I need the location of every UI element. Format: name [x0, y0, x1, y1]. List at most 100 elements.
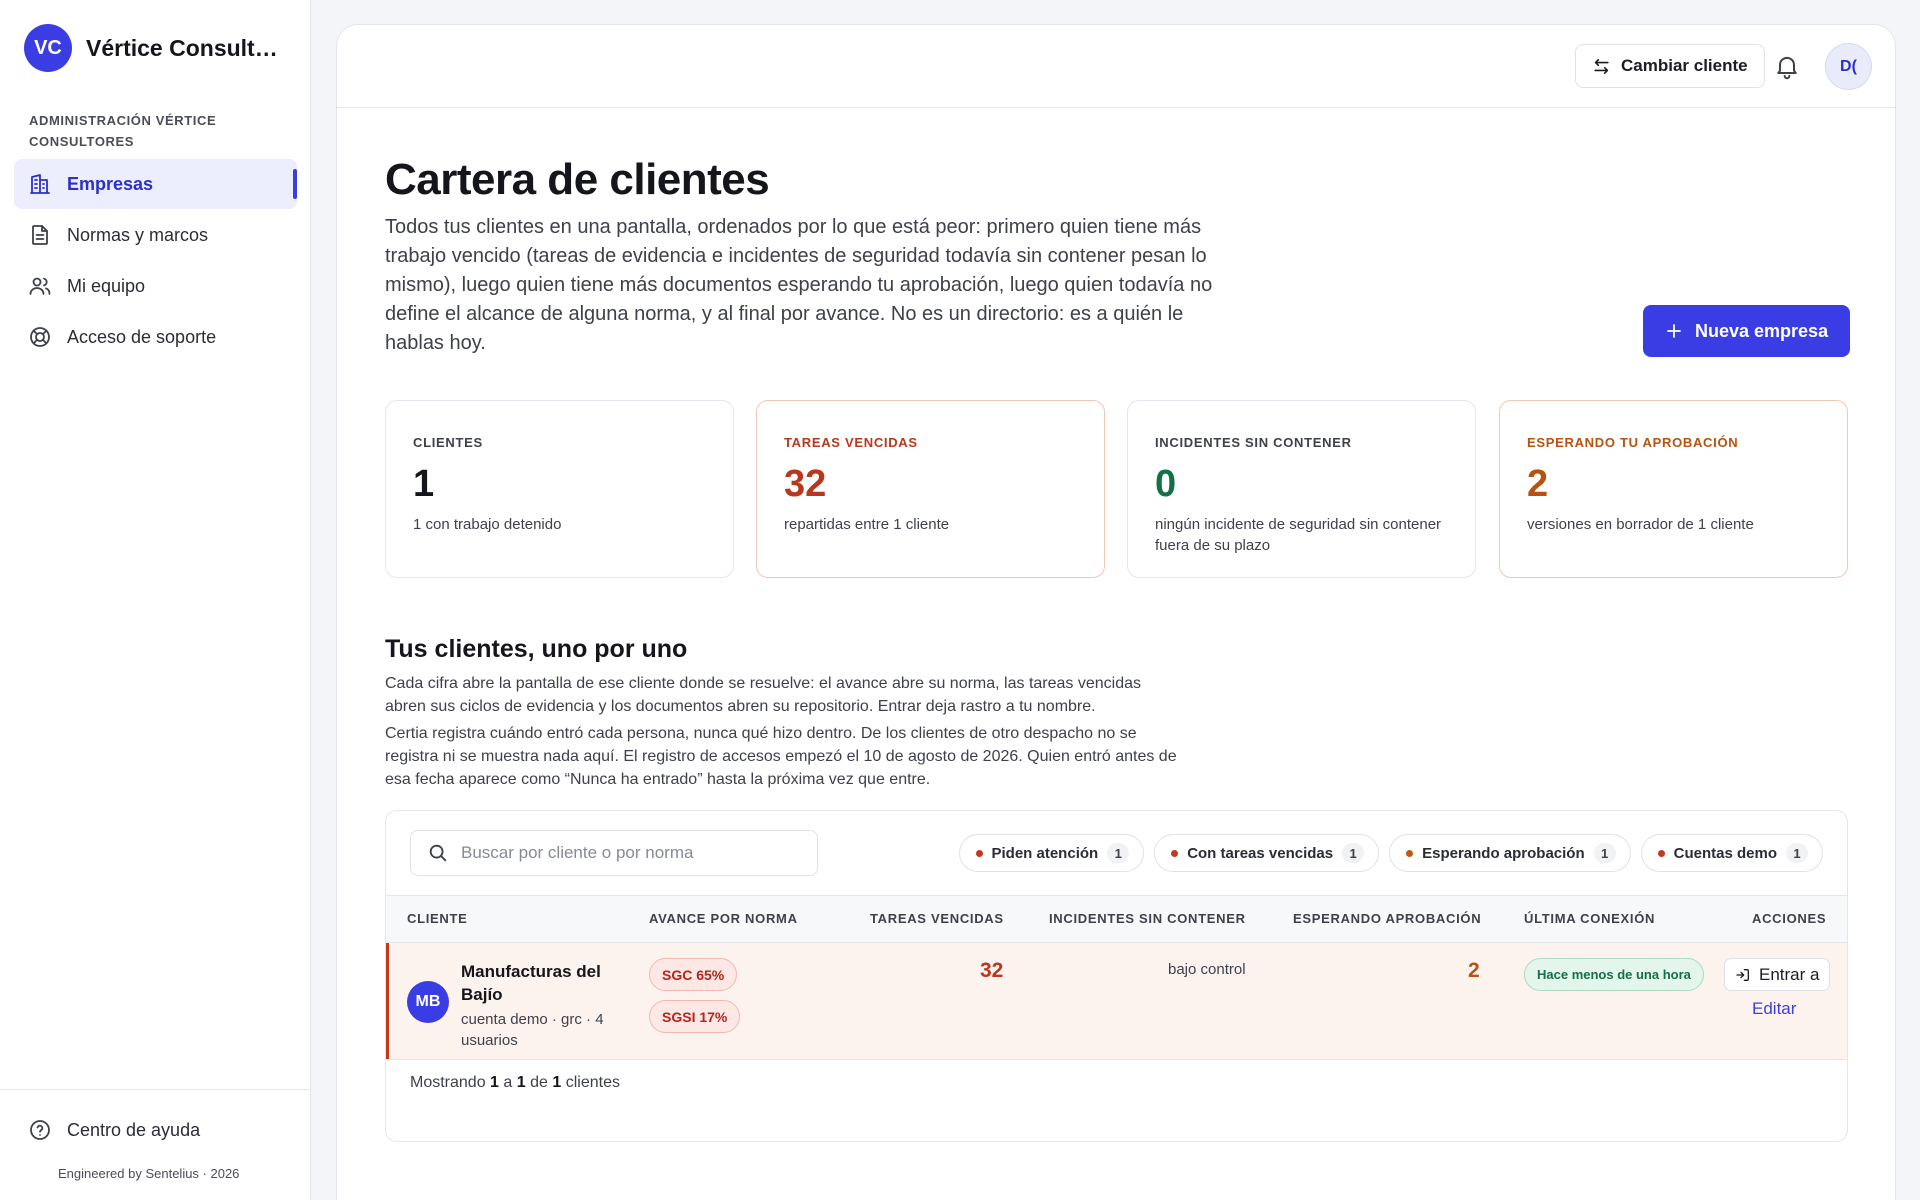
awaiting-count[interactable]: 2 [1468, 959, 1480, 983]
stat-sub: 1 con trabajo detenido [413, 516, 562, 533]
table-footer: Mostrando 1 a 1 de 1 clientes [410, 1074, 620, 1092]
search-input[interactable] [461, 843, 801, 863]
sidebar-item-empresas[interactable]: Empresas [14, 159, 297, 209]
client-avatar: MB [407, 981, 449, 1023]
brand-avatar: VC [24, 24, 72, 72]
col-actions: Acciones [1752, 911, 1827, 926]
stat-card-incidents[interactable]: Incidentes sin contener 0 ningún inciden… [1127, 400, 1476, 578]
stat-card-clients[interactable]: Clientes 1 1 con trabajo detenido [385, 400, 734, 578]
switch-client-button[interactable]: Cambiar cliente [1575, 44, 1765, 88]
norm-progress-pill[interactable]: SGC 65% [649, 958, 738, 991]
filter-count: 1 [1107, 843, 1130, 863]
filter-chip-awaiting[interactable]: Esperando aprobación 1 [1389, 834, 1631, 872]
sidebar-item-label: Normas y marcos [67, 224, 209, 245]
status-dot [975, 849, 983, 857]
filter-label: Cuentas demo [1673, 844, 1777, 862]
users-icon [29, 277, 51, 295]
col-last-login[interactable]: Última conexión [1524, 911, 1655, 926]
new-company-label: Nueva empresa [1695, 320, 1829, 341]
col-overdue[interactable]: Tareas vencidas [870, 911, 1004, 926]
credit-text: Engineered by Sentelius · 2026 [58, 1166, 240, 1181]
stat-card-overdue[interactable]: Tareas vencidas 32 repartidas entre 1 cl… [756, 400, 1105, 578]
brand-name: Vértice Consultores [86, 34, 286, 61]
sidebar-item-normas[interactable]: Normas y marcos [14, 210, 297, 260]
building-icon [30, 174, 50, 194]
footer-to: 1 [516, 1074, 526, 1091]
help-icon [30, 1120, 50, 1140]
stat-value: 32 [784, 463, 827, 505]
sidebar-item-equipo[interactable]: Mi equipo [14, 261, 297, 311]
stat-label: Clientes [413, 435, 483, 450]
sidebar-item-label: Mi equipo [67, 275, 146, 296]
switch-client-label: Cambiar cliente [1621, 56, 1748, 75]
topbar: Cambiar cliente D( [337, 25, 1895, 108]
sidebar-nav: Empresas Normas y marcos Mi equipo Acces… [14, 159, 297, 363]
clients-desc-2: Certia registra cuándo entró cada person… [385, 725, 1177, 788]
footer-total: 1 [552, 1074, 562, 1091]
stat-label: Incidentes sin contener [1155, 435, 1352, 450]
nav-section-label: Administración Vértice Consultores [29, 113, 217, 149]
enter-client-button[interactable]: Entrar a [1724, 958, 1831, 991]
stat-value: 2 [1527, 463, 1549, 505]
sidebar-item-soporte[interactable]: Acceso de soporte [14, 312, 297, 362]
login-icon [1736, 968, 1749, 981]
document-icon [32, 225, 48, 245]
clients-section-title: Tus clientes, uno por uno [385, 635, 688, 663]
sidebar: VC Vértice Consultores Administración Vé… [0, 0, 311, 1200]
col-incidents[interactable]: Incidentes sin contener [1049, 911, 1246, 926]
footer-from: 1 [490, 1074, 499, 1091]
new-company-button[interactable]: Nueva empresa [1643, 305, 1851, 357]
search-icon [429, 844, 447, 862]
page-description: Todos tus clientes en una pantalla, orde… [385, 216, 1213, 354]
filter-count: 1 [1786, 843, 1808, 863]
filter-chip-demo[interactable]: Cuentas demo 1 [1640, 834, 1823, 872]
stat-sub: versiones en borrador de 1 cliente [1527, 516, 1754, 533]
edit-client-link[interactable]: Editar [1752, 999, 1796, 1019]
filter-count: 1 [1593, 843, 1616, 863]
lifebuoy-icon [30, 327, 50, 347]
footer-suffix: clientes [565, 1074, 620, 1091]
footer-prefix: Mostrando [410, 1074, 486, 1091]
filter-label: Piden atención [991, 844, 1099, 862]
stat-card-awaiting[interactable]: Esperando tu aprobación 2 versiones en b… [1499, 400, 1848, 578]
status-dot [1657, 849, 1665, 857]
search-box[interactable] [410, 830, 818, 876]
filter-count: 1 [1342, 843, 1365, 863]
stats-cards: Clientes 1 1 con trabajo detenido Tareas… [385, 400, 1848, 578]
stat-value: 0 [1155, 463, 1177, 505]
brand[interactable]: VC Vértice Consultores [24, 24, 286, 72]
stat-sub: repartidas entre 1 cliente [784, 516, 950, 533]
filter-chip-overdue[interactable]: Con tareas vencidas 1 [1154, 834, 1380, 872]
footer-a: a [503, 1074, 513, 1091]
incidents-status: bajo control [1168, 961, 1246, 978]
help-center-link[interactable]: Centro de ayuda [28, 1118, 200, 1142]
stat-sub: ningún incidente de seguridad sin conten… [1155, 516, 1442, 554]
main-panel: Cambiar cliente D( Cartera de clientes T… [336, 24, 1896, 1200]
page-title: Cartera de clientes [385, 155, 770, 204]
swap-arrows-icon [1594, 58, 1609, 74]
bell-icon[interactable] [1773, 52, 1801, 80]
filter-chips: Piden atención 1 Con tareas vencidas 1 Esp… [958, 834, 1823, 872]
enter-client-label: Entrar a [1759, 964, 1820, 984]
client-name[interactable]: Manufacturas del Bajío [461, 960, 621, 1006]
user-avatar[interactable]: D( [1825, 43, 1872, 90]
stat-value: 1 [413, 463, 435, 505]
status-dot [1406, 849, 1414, 857]
filter-chip-attention[interactable]: Piden atención 1 [958, 834, 1145, 872]
table-row[interactable]: MB Manufacturas del Bajío cuenta demo · … [386, 943, 1847, 1060]
filter-label: Con tareas vencidas [1187, 844, 1334, 862]
col-awaiting[interactable]: Esperando aprobación [1293, 911, 1481, 926]
footer-de: de [530, 1074, 548, 1091]
col-progress[interactable]: Avance por norma [649, 911, 798, 926]
plus-icon [1667, 324, 1681, 338]
clients-section-description: Cada cifra abre la pantalla de ese clien… [385, 672, 1185, 795]
stat-label: Esperando tu aprobación [1527, 435, 1739, 450]
overdue-count[interactable]: 32 [980, 959, 1003, 983]
clients-desc-1: Cada cifra abre la pantalla de ese clien… [385, 675, 1142, 715]
sidebar-item-label: Empresas [67, 173, 154, 194]
filter-label: Esperando aprobación [1422, 844, 1585, 862]
norm-progress-pill[interactable]: SGSI 17% [649, 1000, 741, 1033]
stat-label: Tareas vencidas [784, 435, 918, 450]
col-client[interactable]: Cliente [407, 911, 468, 926]
last-login-badge: Hace menos de una hora [1524, 958, 1704, 991]
